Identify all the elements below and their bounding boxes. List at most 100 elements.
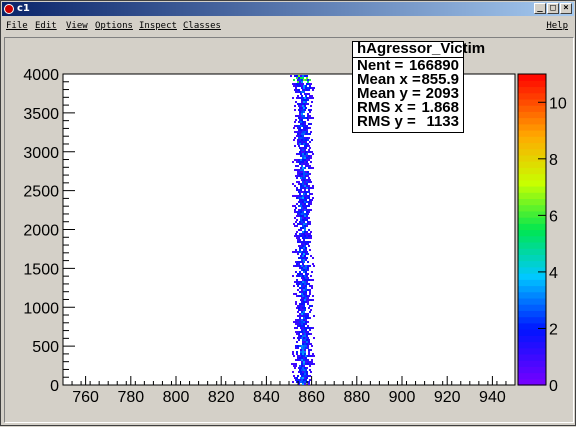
- heatmap-cell: [306, 299, 308, 301]
- heatmap-cell: [301, 163, 303, 165]
- heatmap-cell: [309, 115, 311, 117]
- colorbar-swatch: [518, 80, 546, 88]
- heatmap-cell: [292, 371, 294, 373]
- heatmap-cell: [308, 353, 310, 355]
- heatmap-cell: [300, 275, 302, 277]
- heatmap-cell: [306, 373, 308, 375]
- heatmap-cell: [306, 217, 308, 219]
- heatmap-cell: [302, 215, 304, 217]
- heatmap-cell: [307, 347, 309, 349]
- heatmap-cell: [310, 309, 312, 311]
- heatmap-cell: [293, 321, 295, 323]
- heatmap-cell: [301, 111, 303, 113]
- heatmap-cell: [306, 153, 308, 155]
- heatmap-cell: [298, 121, 300, 123]
- heatmap-cell: [310, 181, 312, 183]
- heatmap-cell: [301, 321, 303, 323]
- heatmap-cell: [299, 151, 301, 153]
- heatmap-cell: [303, 103, 305, 105]
- heatmap-cell: [298, 137, 300, 139]
- heatmap-cell: [306, 83, 308, 85]
- heatmap-cell: [296, 283, 298, 285]
- heatmap-cell: [309, 305, 311, 307]
- colorbar-swatch: [518, 335, 546, 343]
- heatmap-cell: [313, 355, 315, 357]
- heatmap-cell: [298, 135, 300, 137]
- heatmap-cell: [301, 361, 303, 363]
- heatmap-cell: [301, 119, 303, 121]
- heatmap-cell: [303, 365, 305, 367]
- heatmap-cell: [294, 377, 296, 379]
- heatmap-cell: [306, 185, 308, 187]
- heatmap-cell: [304, 257, 306, 259]
- heatmap-cell: [305, 249, 307, 251]
- heatmap-cell: [305, 301, 307, 303]
- heatmap-cell: [308, 209, 310, 211]
- heatmap-cell: [302, 181, 304, 183]
- heatmap-cell: [303, 247, 305, 249]
- x-tick-label: 900: [389, 389, 416, 406]
- heatmap-cell: [300, 83, 302, 85]
- y-tick-label: 2000: [23, 223, 59, 240]
- heatmap-cell: [300, 137, 302, 139]
- heatmap-cell: [298, 159, 300, 161]
- heatmap-cell: [302, 131, 304, 133]
- heatmap-cell: [304, 157, 306, 159]
- heatmap-cell: [303, 325, 305, 327]
- heatmap-cell: [303, 345, 305, 347]
- heatmap-cell: [293, 365, 295, 367]
- heatmap-cell: [305, 273, 307, 275]
- colorbar-swatch: [518, 142, 546, 150]
- heatmap-cell: [302, 295, 304, 297]
- heatmap-cell: [310, 161, 312, 163]
- colorbar-tick-label: 10: [549, 95, 567, 112]
- heatmap-cell: [307, 253, 309, 255]
- heatmap-cell: [312, 97, 314, 99]
- heatmap-cell: [305, 199, 307, 201]
- heatmap-cell: [302, 281, 304, 283]
- heatmap-cell: [296, 225, 298, 227]
- heatmap-cell: [295, 249, 297, 251]
- heatmap-cell: [299, 223, 301, 225]
- heatmap-cell: [302, 377, 304, 379]
- heatmap-cell: [301, 303, 303, 305]
- heatmap-cell: [296, 131, 298, 133]
- heatmap-cell: [309, 365, 311, 367]
- heatmap-cell: [302, 383, 304, 385]
- heatmap-cell: [305, 329, 307, 331]
- heatmap-cell: [303, 331, 305, 333]
- heatmap-cell: [296, 161, 298, 163]
- heatmap-cell: [308, 333, 310, 335]
- heatmap-cell: [298, 153, 300, 155]
- heatmap-cell: [296, 231, 298, 233]
- heatmap-cell: [300, 129, 302, 131]
- heatmap-cell: [303, 249, 305, 251]
- heatmap-cell: [296, 235, 298, 237]
- heatmap-cell: [300, 281, 302, 283]
- heatmap-cell: [305, 85, 307, 87]
- heatmap-cell: [309, 291, 311, 293]
- histogram-plot[interactable]: 760 780 800 820 840 860 880 900 920 9400500100015…: [1, 1, 576, 427]
- heatmap-cell: [309, 289, 311, 291]
- heatmap-cell: [297, 239, 299, 241]
- heatmap-cell: [305, 315, 307, 317]
- heatmap-cell: [305, 369, 307, 371]
- heatmap-cell: [310, 371, 312, 373]
- heatmap-cell: [306, 187, 308, 189]
- heatmap-cell: [294, 137, 296, 139]
- heatmap-cell: [298, 307, 300, 309]
- heatmap-cell: [300, 327, 302, 329]
- heatmap-cell: [308, 383, 310, 385]
- heatmap-cell: [307, 267, 309, 269]
- heatmap-cell: [301, 357, 303, 359]
- heatmap-cell: [299, 171, 301, 173]
- heatmap-cell: [305, 179, 307, 181]
- stats-box[interactable]: hAgressor_Victim Nent = 166890 Mean x = …: [352, 41, 485, 133]
- heatmap-cell: [305, 79, 307, 81]
- heatmap-cell: [310, 83, 312, 85]
- heatmap-cell: [301, 139, 303, 141]
- heatmap-cell: [299, 103, 301, 105]
- heatmap-cell: [302, 109, 304, 111]
- colorbar-swatch: [518, 266, 546, 274]
- heatmap-cell: [301, 267, 303, 269]
